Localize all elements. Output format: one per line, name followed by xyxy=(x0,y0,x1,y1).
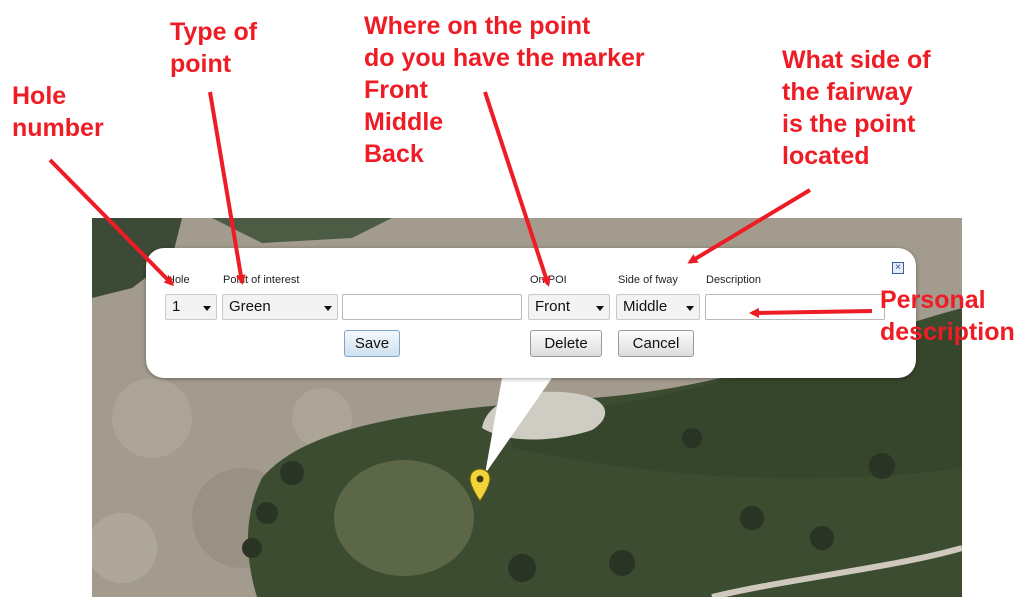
arrow-side-of-fairway xyxy=(687,188,812,264)
arrow-type-of-point xyxy=(208,91,246,285)
annotation-arrows xyxy=(48,91,873,318)
arrow-on-poi xyxy=(483,91,551,287)
arrow-hole xyxy=(48,158,175,287)
arrow-description xyxy=(749,307,873,318)
